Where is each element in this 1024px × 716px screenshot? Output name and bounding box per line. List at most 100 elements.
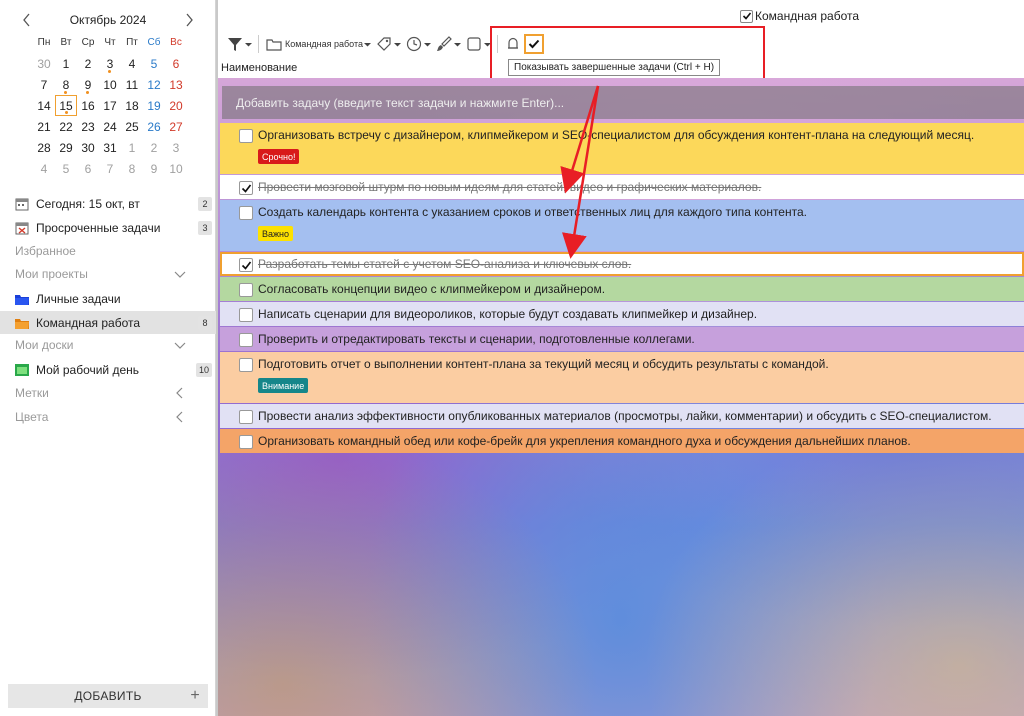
sidebar-section-tags[interactable]: Метки — [0, 382, 216, 404]
calendar-day[interactable]: 3 — [99, 53, 121, 74]
calendar-day[interactable]: 12 — [143, 74, 165, 95]
task-row[interactable]: Проверить и отредактировать тексты и сце… — [220, 327, 1024, 351]
calendar-day[interactable]: 2 — [143, 137, 165, 158]
calendar-day[interactable]: 7 — [33, 74, 55, 95]
calendar-day-number: 19 — [147, 98, 161, 113]
calendar-day[interactable]: 26 — [143, 116, 165, 137]
sidebar-section-colors[interactable]: Цвета — [0, 406, 216, 428]
calendar-day-number: 11 — [125, 77, 139, 92]
checkbox[interactable] — [740, 9, 753, 23]
calendar-day[interactable]: 1 — [55, 53, 77, 74]
calendar-day[interactable]: 30 — [77, 137, 99, 158]
task-row[interactable]: Написать сценарии для видеороликов, кото… — [220, 302, 1024, 326]
color-square-button[interactable] — [463, 33, 493, 55]
sidebar-item-overdue[interactable]: Просроченные задачи 3 — [0, 216, 216, 239]
calendar-day[interactable]: 23 — [77, 116, 99, 137]
task-checkbox[interactable] — [239, 358, 253, 372]
calendar-day[interactable]: 16 — [77, 95, 99, 116]
calendar-day[interactable]: 4 — [121, 53, 143, 74]
task-checkbox[interactable] — [239, 129, 253, 143]
calendar-day[interactable]: 22 — [55, 116, 77, 137]
task-row[interactable]: Организовать встречу с дизайнером, клипм… — [220, 123, 1024, 174]
next-month-button[interactable] — [179, 10, 199, 30]
calendar-day[interactable]: 5 — [143, 53, 165, 74]
calendar-day[interactable]: 5 — [55, 158, 77, 179]
calendar-day[interactable]: 25 — [121, 116, 143, 137]
calendar-day[interactable]: 13 — [165, 74, 187, 95]
show-completed-tasks-button[interactable] — [524, 34, 545, 54]
calendar-day[interactable]: 6 — [77, 158, 99, 179]
prev-month-button[interactable] — [17, 10, 37, 30]
task-checkbox[interactable] — [239, 333, 253, 347]
task-row[interactable]: Разработать темы статей с учетом SEO-ана… — [220, 252, 1024, 276]
chevron-left-icon[interactable] — [174, 411, 186, 423]
calendar-day[interactable]: 10 — [99, 74, 121, 95]
plus-icon: + — [190, 687, 200, 704]
task-row[interactable]: Подготовить отчет о выполнении контент-п… — [220, 352, 1024, 403]
calendar-day[interactable]: 6 — [165, 53, 187, 74]
calendar-day[interactable]: 11 — [121, 74, 143, 95]
calendar-day[interactable]: 21 — [33, 116, 55, 137]
task-row[interactable]: Провести анализ эффективности опубликова… — [220, 404, 1024, 428]
task-checkbox[interactable] — [239, 308, 253, 322]
tags-button[interactable] — [373, 33, 403, 55]
calendar-month-title[interactable]: Октябрь 2024 — [40, 13, 176, 27]
sidebar-item-personal[interactable]: Личные задачи — [0, 287, 216, 310]
calendar-day[interactable]: 31 — [99, 137, 121, 158]
reminder-button[interactable] — [403, 33, 433, 55]
task-row[interactable]: Создать календарь контента с указанием с… — [220, 200, 1024, 251]
calendar-day[interactable]: 14 — [33, 95, 55, 116]
task-title: Организовать встречу с дизайнером, клипм… — [258, 128, 975, 142]
task-row[interactable]: Провести мозговой штурм по новым идеям д… — [220, 175, 1024, 199]
chevron-left-icon[interactable] — [174, 387, 186, 399]
add-task-input[interactable]: Добавить задачу (введите текст задачи и … — [222, 86, 1024, 119]
calendar-day[interactable]: 28 — [33, 137, 55, 158]
calendar-day[interactable]: 2 — [77, 53, 99, 74]
team-work-checkbox[interactable]: Командная работа — [740, 9, 859, 23]
calendar-day[interactable]: 18 — [121, 95, 143, 116]
calendar-day[interactable]: 1 — [121, 137, 143, 158]
sidebar-item-today[interactable]: Сегодня: 15 окт, вт 2 — [0, 192, 216, 215]
sidebar-item-team[interactable]: Командная работа 8 — [0, 311, 216, 334]
task-row[interactable]: Организовать командный обед или кофе-бре… — [220, 429, 1024, 453]
calendar-day[interactable]: 20 — [165, 95, 187, 116]
calendar-day[interactable]: 29 — [55, 137, 77, 158]
calendar-day-today[interactable]: 15 — [55, 95, 77, 116]
calendar-day[interactable]: 10 — [165, 158, 187, 179]
add-button-label: ДОБАВИТЬ — [74, 689, 142, 703]
calendar-day[interactable]: 30 — [33, 53, 55, 74]
task-checkbox[interactable] — [239, 206, 253, 220]
bell-icon — [508, 37, 519, 49]
calendar-day[interactable]: 7 — [99, 158, 121, 179]
color-brush-button[interactable] — [433, 33, 463, 55]
chevron-down-icon[interactable] — [174, 268, 186, 280]
task-dot-indicator — [65, 111, 68, 114]
task-checkbox[interactable] — [239, 258, 253, 272]
chevron-down-icon[interactable] — [174, 339, 186, 351]
calendar-day[interactable]: 8 — [121, 158, 143, 179]
calendar-day[interactable]: 3 — [165, 137, 187, 158]
task-checkbox[interactable] — [239, 181, 253, 195]
calendar-day[interactable]: 9 — [143, 158, 165, 179]
alarm-button[interactable] — [502, 33, 524, 55]
add-button[interactable]: ДОБАВИТЬ + — [8, 684, 208, 708]
calendar-day[interactable]: 27 — [165, 116, 187, 137]
column-header-name[interactable]: Наименование — [221, 62, 297, 74]
task-checkbox[interactable] — [239, 410, 253, 424]
task-row[interactable]: Согласовать концепции видео с клипмейкер… — [220, 277, 1024, 301]
calendar-day[interactable]: 17 — [99, 95, 121, 116]
sidebar-section-my-projects[interactable]: Мои проекты — [0, 263, 216, 285]
sidebar-section-my-boards[interactable]: Мои доски — [0, 334, 216, 356]
count-badge: 8 — [198, 315, 212, 330]
calendar-day[interactable]: 8 — [55, 74, 77, 95]
calendar-day[interactable]: 19 — [143, 95, 165, 116]
task-checkbox[interactable] — [239, 283, 253, 297]
sidebar-section-favorites[interactable]: Избранное — [0, 240, 216, 262]
task-checkbox[interactable] — [239, 435, 253, 449]
calendar-day[interactable]: 9 — [77, 74, 99, 95]
project-dropdown[interactable]: Командная работа — [263, 33, 373, 55]
sidebar-item-workday[interactable]: Мой рабочий день 10 — [0, 358, 216, 381]
filter-button[interactable] — [224, 33, 254, 55]
calendar-day[interactable]: 4 — [33, 158, 55, 179]
calendar-day[interactable]: 24 — [99, 116, 121, 137]
